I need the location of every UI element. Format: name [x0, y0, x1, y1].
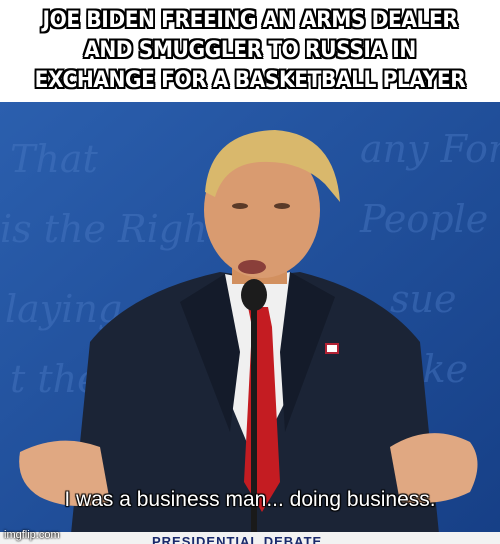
svg-text:laying: laying — [5, 287, 122, 331]
left-eye — [232, 203, 248, 209]
presidential-debate-banner: PRESIDENTIAL DEBATE — [0, 532, 500, 544]
debate-photo: That any Form is the Right People to lay… — [0, 102, 500, 544]
banner-title: PRESIDENTIAL DEBATE — [152, 534, 323, 544]
svg-text:People to: People to — [359, 197, 500, 241]
meme: JOE BIDEN FREEING AN ARMS DEALER AND SMU… — [0, 0, 500, 544]
subtitle-caption: I was a business man... doing business. — [64, 488, 436, 511]
right-eye — [274, 203, 290, 209]
mouth — [238, 260, 266, 274]
svg-text:sue: sue — [390, 277, 456, 321]
top-caption: JOE BIDEN FREEING AN ARMS DEALER AND SMU… — [34, 7, 467, 94]
svg-text:is the Right: is the Right — [0, 207, 224, 251]
top-caption-panel: JOE BIDEN FREEING AN ARMS DEALER AND SMU… — [0, 0, 500, 102]
svg-text:any Form: any Form — [360, 127, 500, 171]
svg-text:That: That — [10, 137, 98, 181]
microphone-icon — [241, 279, 267, 311]
flag-pin-icon — [325, 343, 339, 354]
imgflip-watermark: imgflip.com — [4, 529, 60, 541]
